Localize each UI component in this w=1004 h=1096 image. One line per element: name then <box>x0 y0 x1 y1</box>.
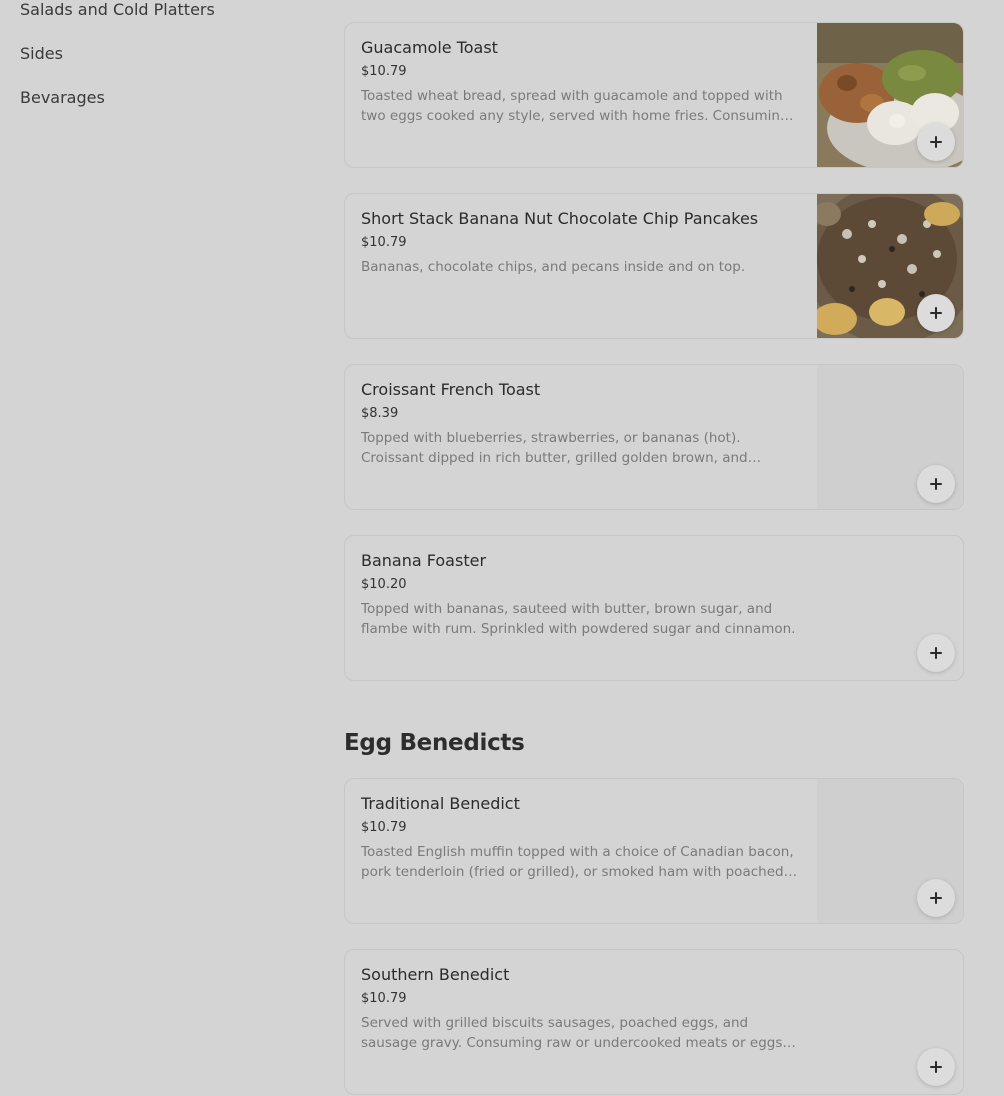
item-name: Southern Benedict <box>361 965 510 984</box>
guacamole-toast-photo <box>817 23 963 167</box>
sidebar-item-beverages[interactable]: Bevarages <box>20 88 105 107</box>
menu-item-card[interactable]: Traditional Benedict $10.79 Toasted Engl… <box>344 778 964 924</box>
plus-icon <box>930 478 942 490</box>
item-text: Traditional Benedict $10.79 Toasted Engl… <box>361 793 801 882</box>
sidebar-item-salads[interactable]: Salads and Cold Platters <box>20 0 215 19</box>
item-description: Topped with blueberries, strawberries, o… <box>361 430 748 466</box>
item-text: Southern Benedict $10.79 Served with gri… <box>361 964 801 1053</box>
section-title: Egg Benedicts <box>344 730 525 756</box>
add-to-cart-button[interactable] <box>917 879 955 917</box>
item-price: $10.79 <box>361 820 407 835</box>
item-description: Toasted wheat bread, spread with guacamo… <box>361 88 789 124</box>
item-description: Bananas, chocolate chips, and pecans ins… <box>361 259 746 275</box>
pancakes-photo <box>817 194 963 338</box>
item-price: $10.79 <box>361 64 407 79</box>
plus-icon <box>930 892 942 904</box>
item-name: Croissant French Toast <box>361 380 541 399</box>
item-price: $10.79 <box>361 235 407 250</box>
item-description: Topped with bananas, sauteed with butter… <box>361 601 796 637</box>
add-to-cart-button[interactable] <box>917 123 955 161</box>
menu-item-card[interactable]: Guacamole Toast $10.79 Toasted wheat bre… <box>344 22 964 168</box>
item-description: Toasted English muffin topped with a cho… <box>361 844 794 880</box>
item-name: Banana Foaster <box>361 551 487 570</box>
menu-item-card[interactable]: Short Stack Banana Nut Chocolate Chip Pa… <box>344 193 964 339</box>
add-to-cart-button[interactable] <box>917 634 955 672</box>
item-price: $10.79 <box>361 991 407 1006</box>
add-to-cart-button[interactable] <box>917 1048 955 1086</box>
item-text: Guacamole Toast $10.79 Toasted wheat bre… <box>361 37 801 126</box>
item-price: $8.39 <box>361 406 399 421</box>
menu-page: Salads and Cold Platters Sides Bevarages… <box>0 0 1004 1096</box>
item-name: Short Stack Banana Nut Chocolate Chip Pa… <box>361 209 759 228</box>
item-image-placeholder <box>817 779 963 923</box>
menu-item-card[interactable]: Banana Foaster $10.20 Topped with banana… <box>344 535 964 681</box>
plus-icon <box>930 1061 942 1073</box>
item-text: Croissant French Toast $8.39 Topped with… <box>361 379 801 468</box>
item-name: Guacamole Toast <box>361 38 498 57</box>
sidebar-item-sides[interactable]: Sides <box>20 44 63 63</box>
menu-item-card[interactable]: Southern Benedict $10.79 Served with gri… <box>344 949 964 1095</box>
plus-icon <box>930 307 942 319</box>
plus-icon <box>930 136 942 148</box>
plus-icon <box>930 647 942 659</box>
add-to-cart-button[interactable] <box>917 294 955 332</box>
item-image-placeholder <box>817 365 963 509</box>
item-description: Served with grilled biscuits sausages, p… <box>361 1015 783 1051</box>
add-to-cart-button[interactable] <box>917 465 955 503</box>
item-text: Short Stack Banana Nut Chocolate Chip Pa… <box>361 208 801 277</box>
item-price: $10.20 <box>361 577 407 592</box>
item-name: Traditional Benedict <box>361 794 520 813</box>
menu-item-card[interactable]: Croissant French Toast $8.39 Topped with… <box>344 364 964 510</box>
item-text: Banana Foaster $10.20 Topped with banana… <box>361 550 801 639</box>
